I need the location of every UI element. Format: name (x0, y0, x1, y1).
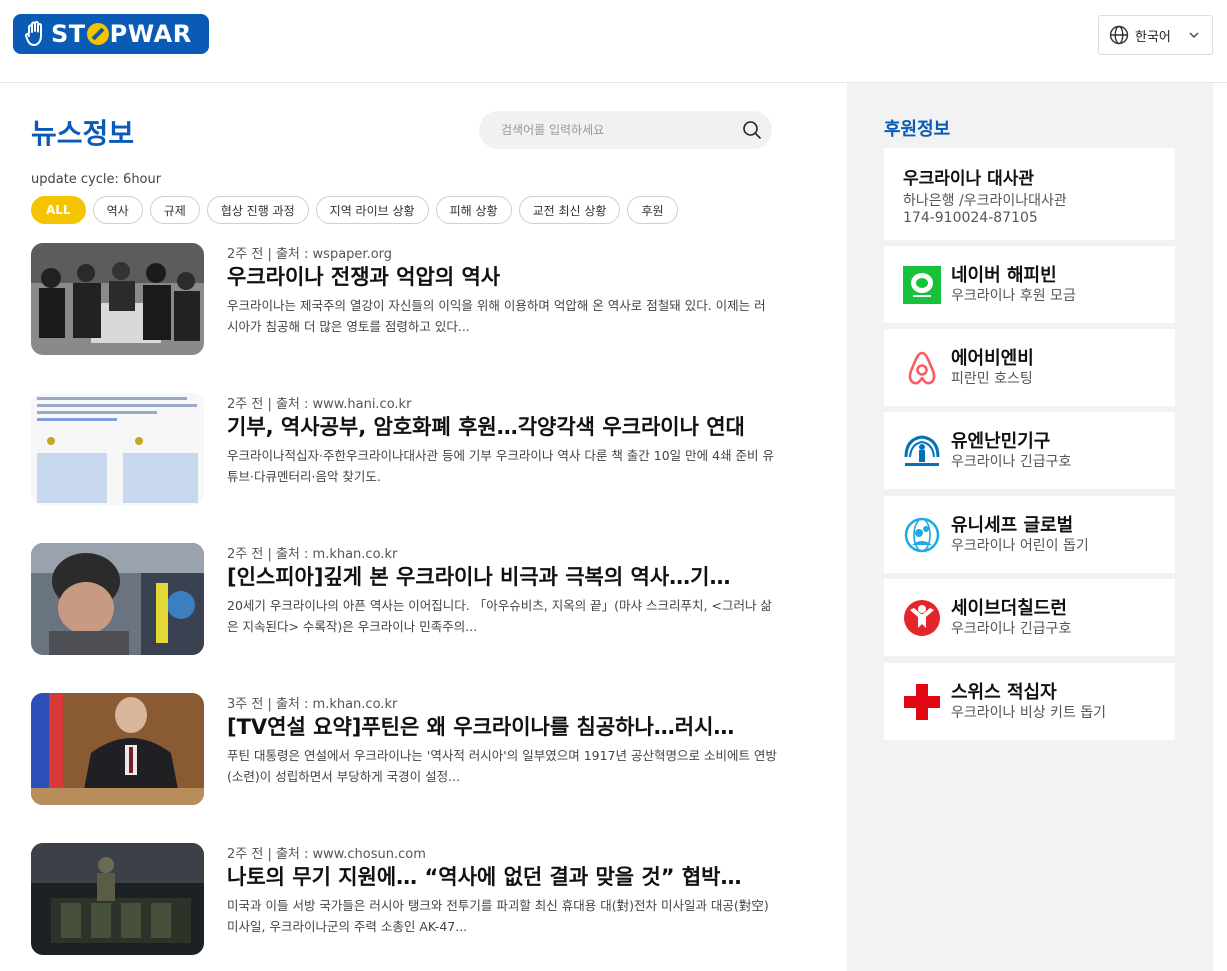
org-save-the-children[interactable]: 세이브더칠드런 우크라이나 긴급구호 (884, 579, 1175, 656)
stopwar-logo[interactable]: ST PWAR (13, 14, 209, 54)
org-name: 유엔난민기구 (951, 430, 1051, 452)
news-thumbnail[interactable] (31, 393, 204, 505)
save-the-children-icon (902, 598, 942, 638)
filter-all[interactable]: ALL (31, 196, 86, 224)
airbnb-icon (902, 348, 942, 388)
embassy-name: 우크라이나 대사관 (903, 169, 1035, 189)
logo-text-start: ST (51, 20, 86, 48)
page-title: 뉴스정보 (31, 117, 135, 150)
filter-negotiation[interactable]: 협상 진행 과정 (206, 196, 309, 224)
news-title[interactable]: 우크라이나 전쟁과 억압의 역사 (227, 261, 777, 291)
org-name: 네이버 해피빈 (951, 264, 1057, 286)
news-meta: 2주 전 | 출처 : m.khan.co.kr (227, 547, 398, 562)
filter-regional-live[interactable]: 지역 라이브 상황 (315, 196, 429, 224)
org-name: 유니세프 글로벌 (951, 514, 1074, 536)
news-meta: 3주 전 | 출처 : m.khan.co.kr (227, 697, 398, 712)
news-meta: 2주 전 | 출처 : wspaper.org (227, 247, 393, 262)
news-item[interactable]: 2주 전 | 출처 : m.khan.co.kr [인스피아]깊게 본 우크라이… (31, 543, 776, 655)
news-thumbnail[interactable] (31, 543, 204, 655)
search-bar[interactable] (479, 111, 772, 149)
org-name: 스위스 적십자 (951, 681, 1057, 703)
embassy-card[interactable]: 우크라이나 대사관 하나은행 /우크라이나대사관 174-910024-8710… (884, 148, 1175, 240)
org-unhcr[interactable]: 유엔난민기구 우크라이나 긴급구호 (884, 412, 1175, 489)
org-unicef[interactable]: 유니세프 글로벌 우크라이나 어린이 돕기 (884, 496, 1175, 573)
hand-icon (25, 21, 42, 46)
filter-chips: ALL 역사 규제 협상 진행 과정 지역 라이브 상황 피해 상황 교전 최신… (31, 196, 678, 224)
chevron-down-icon (1189, 32, 1199, 38)
org-desc: 우크라이나 긴급구호 (951, 453, 1072, 470)
header: ST PWAR 한국어 (0, 0, 1227, 83)
news-thumbnail[interactable] (31, 243, 204, 355)
org-swiss-red-cross[interactable]: 스위스 적십자 우크라이나 비상 키트 돕기 (884, 663, 1175, 740)
unicef-icon (902, 515, 942, 555)
org-name: 에어비엔비 (951, 347, 1034, 369)
globe-icon (1109, 25, 1129, 45)
news-summary: 20세기 우크라이나의 아픈 역사는 이어집니다. 「아우슈비츠, 지옥의 끝」… (227, 598, 772, 634)
filter-donation[interactable]: 후원 (627, 196, 678, 224)
red-cross-icon (902, 682, 942, 722)
news-item[interactable]: 3주 전 | 출처 : m.khan.co.kr [TV연설 요약]푸틴은 왜 … (31, 693, 777, 805)
filter-combat[interactable]: 교전 최신 상황 (518, 196, 621, 224)
news-summary: 우크라이나적십자·주한우크라이나대사관 등에 기부 우크라이나 역사 다룬 책 … (227, 448, 775, 484)
news-meta: 2주 전 | 출처 : www.hani.co.kr (227, 397, 412, 412)
org-desc: 우크라이나 어린이 돕기 (951, 537, 1089, 554)
org-desc: 우크라이나 비상 키트 돕기 (951, 704, 1107, 721)
org-desc: 우크라이나 후원 모금 (951, 287, 1076, 304)
unhcr-icon (902, 431, 942, 471)
filter-damage[interactable]: 피해 상황 (435, 196, 512, 224)
search-icon[interactable] (742, 120, 762, 140)
filter-regulation[interactable]: 규제 (149, 196, 200, 224)
news-thumbnail[interactable] (31, 843, 204, 955)
update-cycle: update cycle: 6hour (31, 172, 162, 187)
news-thumbnail[interactable] (31, 693, 204, 805)
news-title[interactable]: [TV연설 요약]푸틴은 왜 우크라이나를 침공하나…러시… (227, 711, 777, 741)
org-name: 세이브더칠드런 (951, 597, 1067, 619)
search-input[interactable] (501, 123, 731, 137)
donation-title: 후원정보 (884, 119, 951, 140)
logo-o-symbol (86, 23, 109, 45)
org-desc: 우크라이나 긴급구호 (951, 620, 1072, 637)
embassy-bank: 하나은행 /우크라이나대사관 (903, 193, 1067, 209)
org-airbnb[interactable]: 에어비엔비 피란민 호스팅 (884, 329, 1175, 406)
news-summary: 미국과 이들 서방 국가들은 러시아 탱크와 전투기를 파괴할 최신 휴대용 대… (227, 898, 769, 934)
news-title[interactable]: 나토의 무기 지원에… “역사에 없던 결과 맞을 것” 협박… (227, 861, 777, 891)
embassy-account: 174-910024-87105 (903, 210, 1038, 226)
org-happybean[interactable]: 네이버 해피빈 우크라이나 후원 모금 (884, 246, 1175, 323)
news-summary: 푸틴 대통령은 연설에서 우크라이나는 '역사적 러시아'의 일부였으며 191… (227, 748, 777, 784)
org-desc: 피란민 호스팅 (951, 370, 1033, 387)
news-meta: 2주 전 | 출처 : www.chosun.com (227, 847, 426, 862)
news-title[interactable]: 기부, 역사공부, 암호화폐 후원…각양각색 우크라이나 연대 (227, 411, 777, 441)
donation-panel: 후원정보 우크라이나 대사관 하나은행 /우크라이나대사관 174-910024… (847, 83, 1213, 971)
language-label: 한국어 (1135, 29, 1171, 45)
news-item[interactable]: 2주 전 | 출처 : www.chosun.com 나토의 무기 지원에… “… (31, 843, 776, 955)
happybean-icon (902, 265, 942, 305)
filter-history[interactable]: 역사 (92, 196, 143, 224)
news-summary: 우크라이나는 제국주의 열강이 자신들의 이익을 위해 이용하며 억압해 온 역… (227, 298, 766, 334)
news-title[interactable]: [인스피아]깊게 본 우크라이나 비극과 극복의 역사…기… (227, 561, 777, 591)
news-item[interactable]: 2주 전 | 출처 : www.hani.co.kr 기부, 역사공부, 암호화… (31, 393, 776, 505)
news-item[interactable]: 2주 전 | 출처 : wspaper.org 우크라이나 전쟁과 억압의 역사… (31, 243, 776, 355)
language-select[interactable]: 한국어 (1098, 15, 1213, 55)
logo-text-end: PWAR (109, 20, 192, 48)
